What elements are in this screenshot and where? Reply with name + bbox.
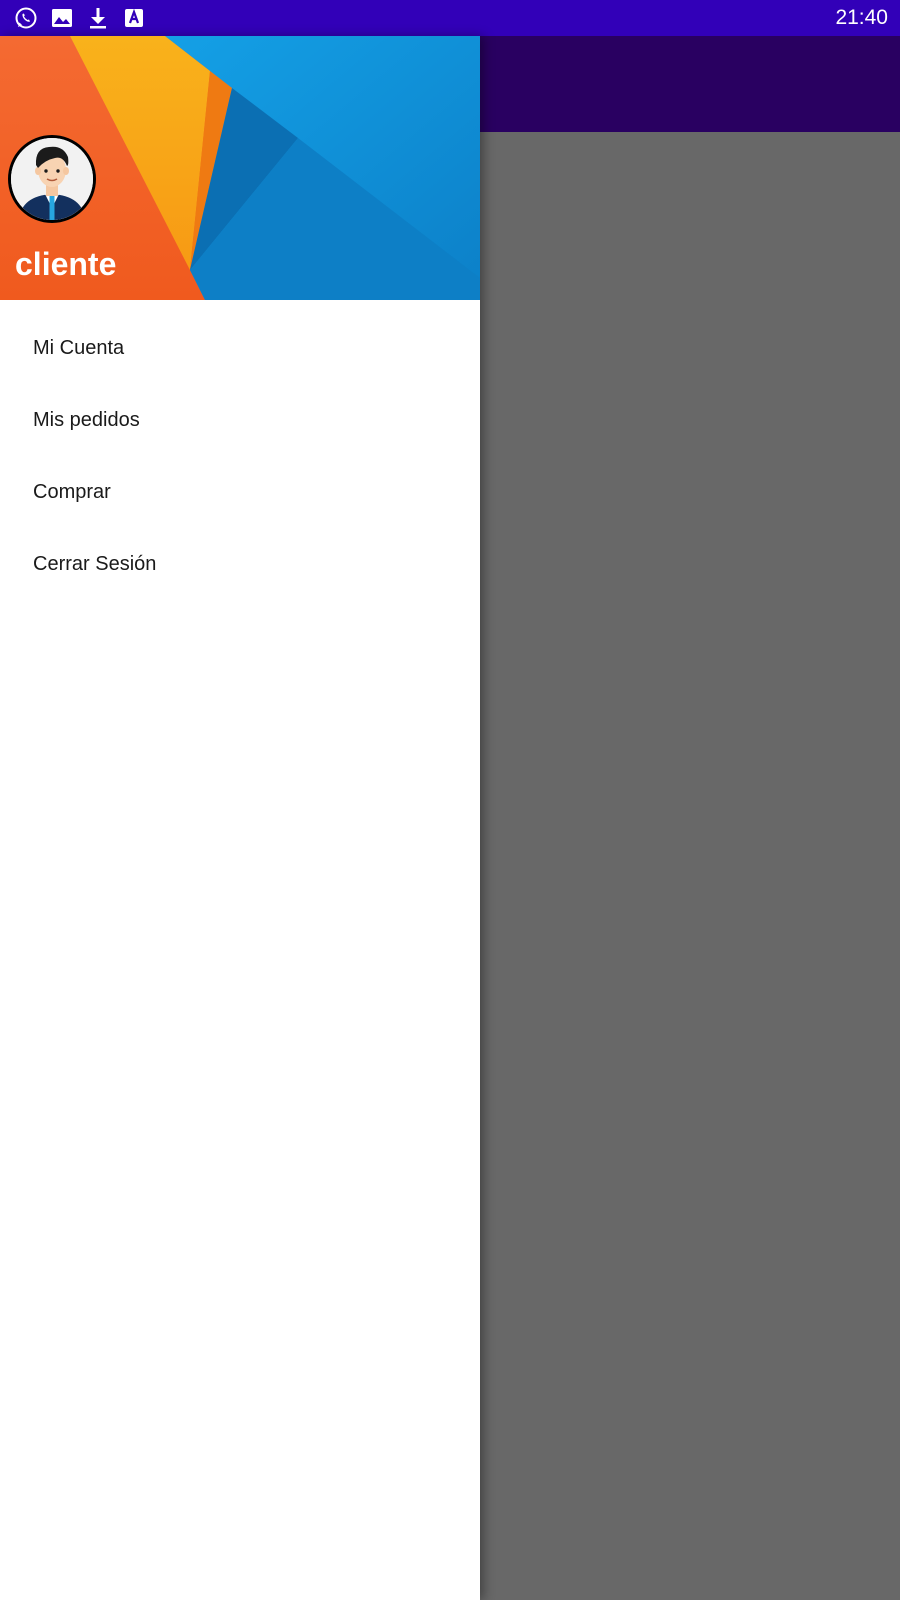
clock: 21:40 bbox=[835, 6, 888, 29]
notification-icons bbox=[14, 6, 146, 30]
avatar[interactable] bbox=[8, 135, 96, 223]
menu-item-cerrar-sesion[interactable]: Cerrar Sesión bbox=[0, 528, 480, 600]
app-bar bbox=[480, 36, 900, 132]
image-icon bbox=[50, 6, 74, 30]
drawer-header: cliente bbox=[0, 36, 480, 300]
user-name: cliente bbox=[15, 246, 117, 282]
avatar-person-icon bbox=[11, 138, 93, 220]
menu-item-mi-cuenta[interactable]: Mi Cuenta bbox=[0, 312, 480, 384]
drawer-scrim[interactable] bbox=[480, 132, 900, 1600]
navigation-drawer: cliente Mi Cuenta Mis pedidos Comprar Ce… bbox=[0, 36, 480, 1600]
menu-item-mis-pedidos[interactable]: Mis pedidos bbox=[0, 384, 480, 456]
menu-item-comprar[interactable]: Comprar bbox=[0, 456, 480, 528]
status-bar: 21:40 bbox=[0, 0, 900, 36]
translate-icon bbox=[122, 6, 146, 30]
download-icon bbox=[86, 6, 110, 30]
whatsapp-icon bbox=[14, 6, 38, 30]
drawer-menu: Mi Cuenta Mis pedidos Comprar Cerrar Ses… bbox=[0, 300, 480, 600]
